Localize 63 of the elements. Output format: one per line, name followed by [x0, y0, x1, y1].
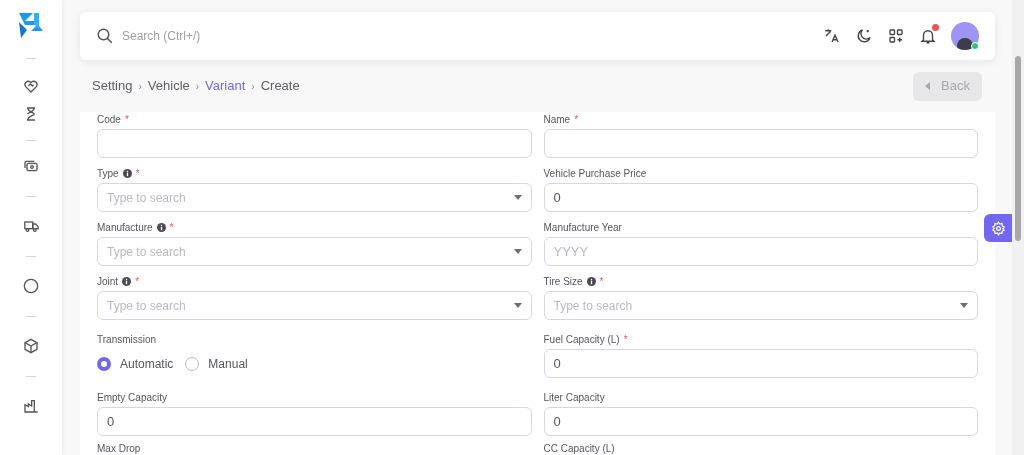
text-field[interactable]: 0: [543, 407, 978, 436]
field-label: Joint: [97, 274, 119, 289]
text-field[interactable]: [543, 129, 978, 158]
info-icon: [586, 276, 596, 286]
info-icon: [122, 276, 132, 286]
cube-icon[interactable]: [23, 338, 39, 354]
field-label: Manufacture: [97, 220, 153, 235]
heart-icon[interactable]: [23, 78, 39, 94]
field-label: Max Drop: [97, 441, 141, 455]
field-label: Fuel Capacity (L): [543, 332, 620, 347]
radio-option[interactable]: Manual: [185, 354, 248, 373]
search-bar[interactable]: Search (Ctrl+/): [80, 12, 995, 60]
truck-icon[interactable]: [22, 218, 40, 234]
translate-icon[interactable]: [823, 27, 841, 45]
text-field[interactable]: 0: [543, 349, 978, 378]
breadcrumb-link[interactable]: Create: [260, 76, 300, 96]
required-mark: *: [169, 220, 174, 235]
breadcrumb-link[interactable]: Vehicle: [147, 76, 190, 96]
required-mark: *: [135, 166, 140, 181]
circle-icon[interactable]: [23, 278, 39, 294]
field-label: Transmission: [97, 332, 157, 347]
dropdown-caret-icon: [513, 249, 522, 254]
dropdown-caret-icon: [960, 303, 968, 308]
required-mark: *: [599, 274, 604, 289]
breadcrumb-separator: ›: [138, 79, 142, 94]
bell-icon[interactable]: [919, 27, 937, 45]
factory-icon[interactable]: [23, 398, 39, 414]
breadcrumb-separator: ›: [251, 79, 255, 94]
field-label: Vehicle Purchase Price: [543, 166, 647, 181]
search-icon: [96, 27, 114, 45]
field-label: Name: [543, 112, 571, 127]
info-icon: [122, 168, 132, 178]
radio-option[interactable]: Automatic: [97, 354, 174, 373]
field-label: Empty Capacity: [97, 390, 168, 405]
field-label: CC Capacity (L): [543, 441, 615, 455]
info-icon: [156, 222, 166, 232]
text-field[interactable]: 0: [543, 183, 978, 212]
moon-icon[interactable]: [855, 27, 873, 45]
settings-button[interactable]: [984, 214, 1012, 242]
required-mark: *: [135, 274, 140, 289]
required-mark: *: [124, 112, 129, 127]
required-mark: *: [623, 332, 628, 347]
logo-icon[interactable]: [16, 10, 46, 40]
cash-icon[interactable]: [23, 158, 39, 174]
search-input[interactable]: Search (Ctrl+/): [122, 27, 823, 45]
required-mark: *: [574, 112, 579, 127]
field-label: Manufacture Year: [543, 220, 622, 235]
text-field[interactable]: [97, 129, 532, 158]
apps-grid-icon[interactable]: [887, 27, 905, 45]
dropdown-caret-icon: [513, 195, 522, 200]
breadcrumb-link[interactable]: Variant: [205, 76, 246, 96]
field-label: Tire Size: [543, 274, 583, 289]
field-label: Type: [97, 166, 119, 181]
user-avatar[interactable]: [951, 22, 979, 50]
breadcrumb-separator: ›: [195, 79, 200, 94]
text-field[interactable]: YYYY: [543, 237, 978, 266]
dropdown-caret-icon: [513, 303, 522, 308]
settings-icon: [990, 220, 1006, 236]
field-label: Liter Capacity: [543, 390, 605, 405]
caret-left-icon: [925, 82, 932, 90]
text-field[interactable]: 0: [97, 407, 532, 436]
breadcrumb-link[interactable]: Setting: [92, 76, 133, 96]
field-label: Code: [97, 112, 121, 127]
